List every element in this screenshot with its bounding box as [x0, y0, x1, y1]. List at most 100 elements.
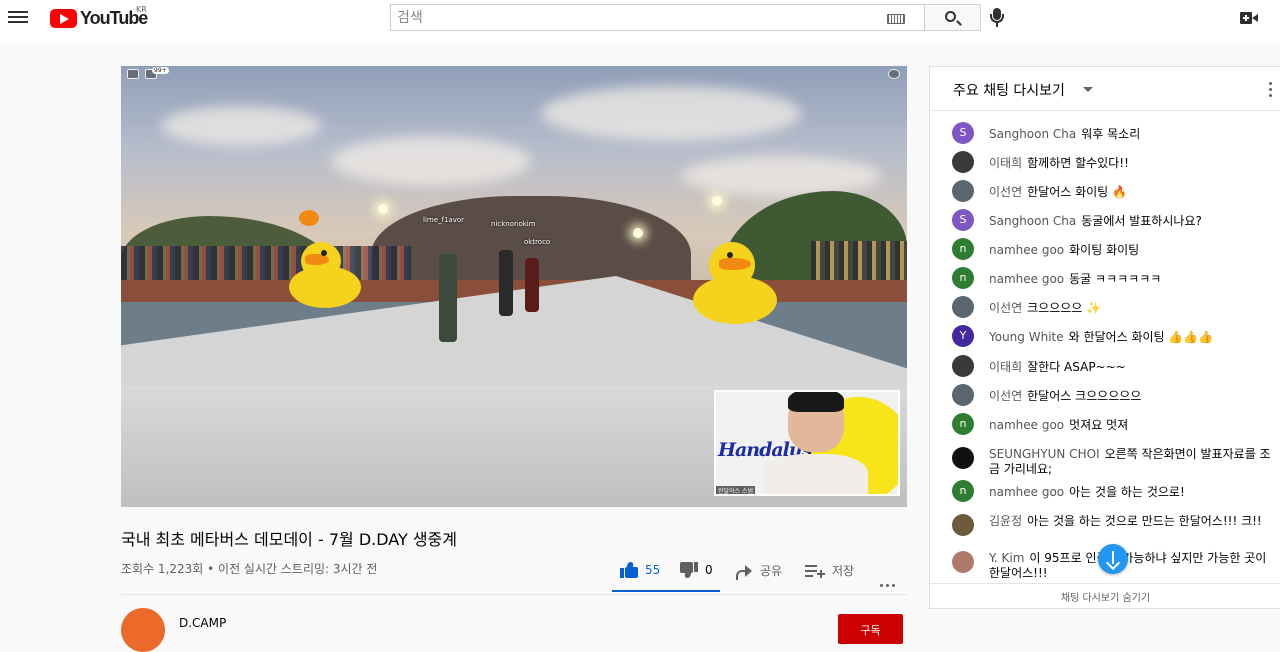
keyboard-icon[interactable]	[887, 14, 905, 24]
channel-name[interactable]: D.CAMP	[179, 616, 226, 630]
chat-mode-dropdown[interactable]: 주요 채팅 다시보기	[953, 80, 1065, 100]
chat-author[interactable]: 이선연	[989, 389, 1022, 403]
chat-avatar[interactable]	[952, 151, 974, 173]
duck-eye	[727, 252, 733, 258]
youtube-play-icon	[50, 9, 77, 28]
video-player[interactable]: lime_f1avor nicknonokim oktroco 99+ Hand…	[121, 66, 907, 507]
create-video-icon[interactable]	[1240, 12, 1258, 24]
chat-message-text: namhee goo 아는 것을 하는 것으로!	[989, 485, 1274, 500]
channel-avatar[interactable]	[121, 608, 165, 652]
chat-avatar[interactable]: Y	[952, 325, 974, 347]
save-label: 저장	[832, 564, 855, 578]
chat-avatar[interactable]	[952, 384, 974, 406]
chat-message-text: SEUNGHYUN CHOI 오른쪽 작은화면이 발표자료를 조금 가리네요;	[989, 447, 1274, 477]
chat-author[interactable]: 이선연	[989, 301, 1022, 315]
chevron-down-icon[interactable]	[1083, 87, 1093, 92]
player-name-tag: nicknonokim	[491, 220, 536, 228]
chat-message-text: Sanghoon Cha 동굴에서 발표하시나요?	[989, 214, 1274, 229]
chat-avatar[interactable]	[952, 296, 974, 318]
duck-eye	[321, 250, 327, 256]
avatar-figure	[525, 258, 539, 312]
chat-avatar[interactable]: n	[952, 413, 974, 435]
like-button[interactable]: 55 0	[612, 556, 720, 592]
chat-author[interactable]: Sanghoon Cha	[989, 214, 1076, 228]
chat-author[interactable]: namhee goo	[989, 418, 1064, 432]
hide-chat-replay-button[interactable]: 채팅 다시보기 숨기기	[930, 583, 1280, 608]
presenter-shirt	[764, 454, 868, 494]
chat-text: 와 한달어스 화이팅 👍👍👍	[1068, 330, 1214, 344]
chat-text: 한달어스 크으으으으으	[1027, 389, 1142, 403]
chat-text: 크으으으으 ✨	[1027, 301, 1102, 315]
chat-text: 함께하면 할수있다!!	[1027, 156, 1129, 170]
notification-badge: 99+	[152, 67, 169, 74]
chat-message-text: namhee goo 화이팅 화이팅	[989, 243, 1274, 258]
chat-avatar[interactable]: n	[952, 480, 974, 502]
youtube-logo[interactable]: YouTube KR	[50, 5, 160, 30]
chat-avatar[interactable]	[952, 447, 974, 469]
save-button[interactable]: 저장	[805, 556, 865, 592]
presenter-hair	[788, 392, 844, 412]
chat-author[interactable]: 이선연	[989, 185, 1022, 199]
game-menu-icon[interactable]	[127, 69, 139, 79]
chat-message-text: 이태희 함께하면 할수있다!!	[989, 156, 1274, 171]
search-button[interactable]	[925, 4, 981, 31]
chat-text: 화이팅 화이팅	[1069, 243, 1140, 257]
chat-author[interactable]: namhee goo	[989, 243, 1064, 257]
player-name-tag: lime_f1avor	[423, 216, 465, 224]
scroll-to-bottom-button[interactable]	[1098, 544, 1128, 574]
subscribe-button[interactable]: 구독	[838, 614, 903, 644]
search-icon	[945, 11, 956, 22]
chat-message-text: Sanghoon Cha 워후 목소리	[989, 127, 1274, 142]
lamp	[633, 228, 643, 238]
search-box	[390, 4, 925, 31]
chat-author[interactable]: SEUNGHYUN CHOI	[989, 447, 1100, 461]
dislike-count: 0	[705, 563, 713, 577]
chat-message-text: 김윤정 아는 것을 하는 것으로 만드는 한달어스!!! 크!!	[989, 514, 1274, 529]
chat-author[interactable]: Young White	[989, 330, 1064, 344]
menu-icon[interactable]	[8, 8, 28, 28]
mic-icon[interactable]	[990, 8, 1004, 28]
chat-text: 아는 것을 하는 것으로 만드는 한달어스!!! 크!!	[1027, 514, 1262, 528]
chat-author[interactable]: Sanghoon Cha	[989, 127, 1076, 141]
thumbs-down-icon[interactable]	[680, 562, 698, 578]
duck-beak	[719, 258, 751, 270]
chat-avatar[interactable]	[952, 180, 974, 202]
share-button[interactable]: 공유	[734, 556, 794, 592]
more-actions-icon[interactable]	[880, 556, 904, 592]
chat-avatar[interactable]: S	[952, 209, 974, 231]
video-title: 국내 최초 메타버스 데모데이 - 7월 D.DAY 생중계	[121, 530, 457, 549]
chat-message-text: Y. Kim 이 95프로 인증이 가능하냐 싶지만 가능한 곳이 한달어스!!!	[989, 551, 1274, 581]
video-meta: 조회수 1,223회 • 이전 실시간 스트리밍: 3시간 전	[121, 562, 378, 576]
live-chat-replay: 주요 채팅 다시보기 S Sanghoon Cha 워후 목소리이태희 함께하면 할수…	[929, 66, 1280, 609]
chat-avatar[interactable]: n	[952, 238, 974, 260]
chat-author[interactable]: namhee goo	[989, 485, 1064, 499]
avatar-figure	[499, 250, 513, 316]
chat-author[interactable]: 김윤정	[989, 514, 1022, 528]
chat-avatar[interactable]: n	[952, 267, 974, 289]
chat-author[interactable]: 이태희	[989, 156, 1022, 170]
chat-avatar[interactable]	[952, 514, 974, 536]
lamp	[712, 196, 722, 206]
chat-author[interactable]: namhee goo	[989, 272, 1064, 286]
pip-caption: 한달어스 스냅	[716, 486, 756, 495]
divider	[121, 594, 907, 595]
avatar-figure	[439, 254, 457, 342]
search-input[interactable]	[391, 5, 881, 30]
chat-text: 동굴에서 발표하시나요?	[1081, 214, 1202, 228]
chat-author[interactable]: Y. Kim	[989, 551, 1024, 565]
chat-avatar[interactable]	[952, 355, 974, 377]
chat-text: 한달어스 화이팅 🔥	[1027, 185, 1127, 199]
chat-avatar[interactable]: S	[952, 122, 974, 144]
like-ratio-bar	[612, 590, 720, 592]
chat-avatar[interactable]	[952, 551, 974, 573]
chat-text: 워후 목소리	[1081, 127, 1141, 141]
top-header: YouTube KR	[0, 0, 1280, 44]
chat-more-icon[interactable]	[1269, 82, 1273, 100]
chat-text: 아는 것을 하는 것으로!	[1069, 485, 1185, 499]
settings-icon[interactable]	[888, 69, 900, 79]
chat-header: 주요 채팅 다시보기	[930, 67, 1280, 111]
chat-message-text: 이태희 잘한다 ASAP~~~	[989, 360, 1274, 375]
chat-message-text: 이선연 한달어스 크으으으으으	[989, 389, 1274, 404]
chat-author[interactable]: 이태희	[989, 360, 1022, 374]
chat-text: 동굴 ㅋㅋㅋㅋㅋㅋ	[1069, 272, 1162, 286]
